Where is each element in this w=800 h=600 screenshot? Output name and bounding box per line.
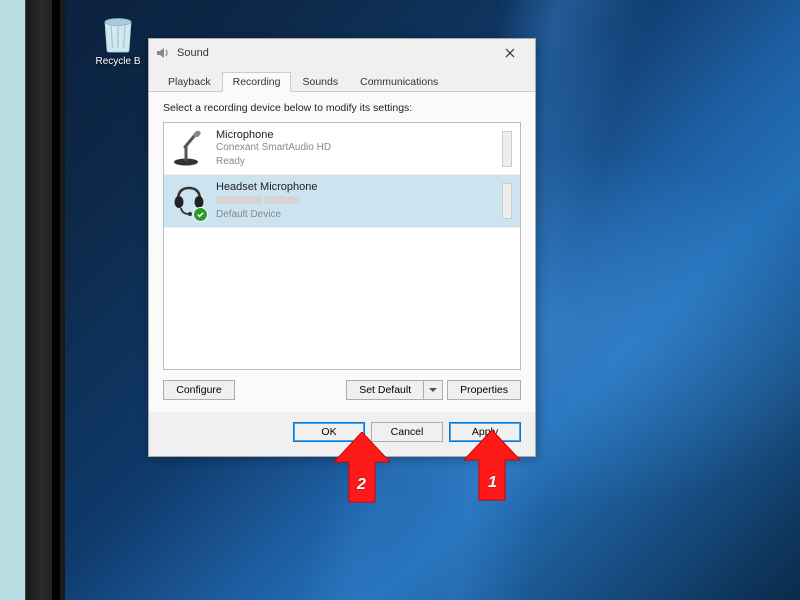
dialog-title: Sound <box>177 47 491 59</box>
apply-button[interactable]: Apply <box>449 422 521 442</box>
device-info: Microphone Conexant SmartAudio HD Ready <box>216 129 492 168</box>
recycle-bin-icon <box>99 12 137 54</box>
level-meter <box>502 183 512 219</box>
dialog-button-row: OK Cancel Apply <box>149 412 535 456</box>
set-default-button[interactable]: Set Default <box>346 380 423 400</box>
cancel-button[interactable]: Cancel <box>371 422 443 442</box>
titlebar[interactable]: Sound <box>149 39 535 67</box>
device-item-headset-mic[interactable]: Headset Microphone Default Device <box>164 175 520 228</box>
recording-panel: Select a recording device below to modif… <box>149 92 535 412</box>
device-name: Microphone <box>216 129 492 141</box>
desktop-icon-recycle-bin[interactable]: Recycle B <box>88 12 148 67</box>
device-driver-redacted <box>216 194 492 208</box>
ok-button[interactable]: OK <box>293 422 365 442</box>
tab-playback[interactable]: Playback <box>157 72 222 92</box>
panel-heading: Select a recording device below to modif… <box>163 102 521 114</box>
panel-button-row: Configure Set Default Properties <box>163 380 521 400</box>
device-driver: Conexant SmartAudio HD <box>216 141 492 155</box>
set-default-split-button: Set Default <box>346 380 443 400</box>
tab-sounds[interactable]: Sounds <box>291 72 349 92</box>
tab-recording[interactable]: Recording <box>222 72 292 92</box>
mic-stand-icon <box>172 130 206 168</box>
page-margin <box>0 0 25 600</box>
configure-button[interactable]: Configure <box>163 380 235 400</box>
chevron-down-icon <box>429 388 437 393</box>
device-name: Headset Microphone <box>216 181 492 193</box>
properties-button[interactable]: Properties <box>447 380 521 400</box>
speaker-icon <box>155 45 171 61</box>
device-list[interactable]: Microphone Conexant SmartAudio HD Ready <box>163 122 521 370</box>
device-status: Default Device <box>216 208 492 222</box>
level-meter <box>502 131 512 167</box>
tab-strip: Playback Recording Sounds Communications <box>149 67 535 92</box>
desktop-icon-label: Recycle B <box>88 56 148 67</box>
monitor-bezel-inner <box>52 0 60 600</box>
default-check-icon <box>193 207 208 222</box>
device-info: Headset Microphone Default Device <box>216 181 492 221</box>
sound-dialog: Sound Playback Recording Sounds Communic… <box>148 38 536 457</box>
close-button[interactable] <box>491 42 529 64</box>
tab-communications[interactable]: Communications <box>349 72 449 92</box>
device-item-microphone[interactable]: Microphone Conexant SmartAudio HD Ready <box>164 123 520 175</box>
close-icon <box>505 48 515 58</box>
device-status: Ready <box>216 155 492 169</box>
headset-icon <box>172 182 206 220</box>
set-default-dropdown[interactable] <box>423 380 443 400</box>
